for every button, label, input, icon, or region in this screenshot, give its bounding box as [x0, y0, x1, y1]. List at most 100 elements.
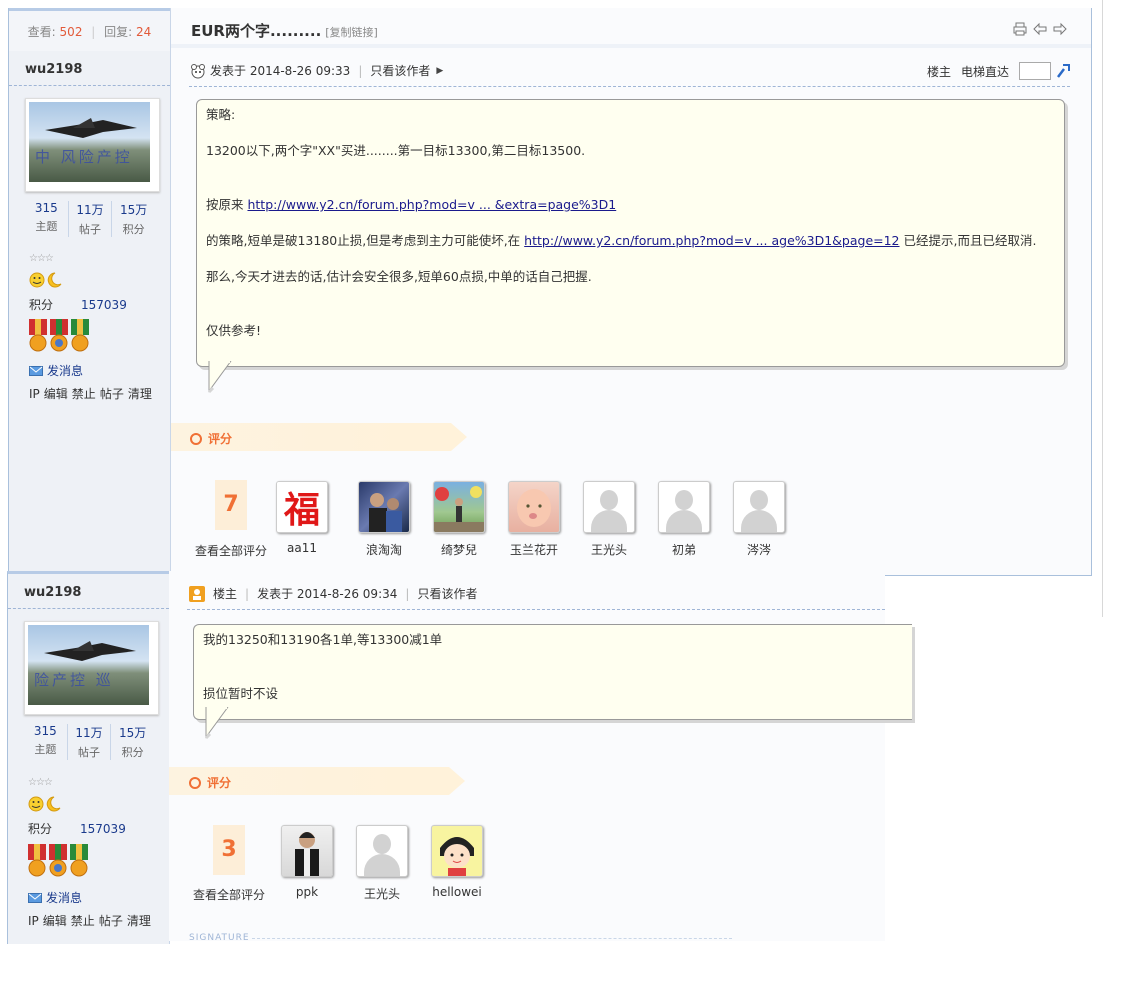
signature-divider — [252, 938, 732, 939]
copy-link-button[interactable]: [复制链接] — [325, 26, 378, 39]
bubble-tail — [204, 707, 229, 740]
count-posts[interactable]: 11万 帖子 — [69, 201, 113, 237]
rater-avatar — [508, 481, 560, 533]
next-thread-icon[interactable] — [1053, 22, 1067, 36]
rater-wangguangtou[interactable]: 王光头 — [347, 825, 417, 902]
author-name[interactable]: wu2198 — [25, 62, 82, 77]
thread-title: EUR两个字......... [复制链接] — [191, 22, 378, 40]
print-icon[interactable] — [1013, 22, 1027, 36]
rater-cencen[interactable]: 涔涔 — [724, 481, 794, 558]
thread-actions — [1013, 22, 1067, 36]
rater-hellowei[interactable]: hellowei — [422, 825, 492, 899]
count-credits[interactable]: 15万 积分 — [111, 724, 154, 760]
tool-ban[interactable]: 禁止 — [72, 387, 96, 401]
count-topics[interactable]: 315 主题 — [24, 724, 68, 760]
default-avatar-icon — [733, 481, 785, 533]
prev-thread-icon[interactable] — [1033, 22, 1047, 36]
caret-right-icon: ▶ — [436, 65, 444, 76]
envelope-icon — [29, 365, 43, 376]
tool-clean[interactable]: 清理 — [127, 914, 151, 928]
page-scrollbar[interactable] — [1102, 0, 1124, 617]
rater-ppk[interactable]: ppk — [272, 825, 342, 899]
default-avatar-icon — [658, 481, 710, 533]
tool-posts[interactable]: 帖子 — [100, 387, 124, 401]
author-counts: 315 主题 11万 帖子 15万 积分 — [25, 201, 155, 237]
tool-posts[interactable]: 帖子 — [99, 914, 123, 928]
tool-ip[interactable]: IP — [28, 914, 39, 928]
rating-count[interactable]: 7 — [215, 480, 247, 530]
envelope-icon — [28, 892, 42, 903]
tool-ip[interactable]: IP — [29, 387, 40, 401]
people-photo — [369, 493, 402, 532]
rater-avatar — [433, 481, 485, 533]
admin-tools: IP 编辑 禁止 帖子 清理 — [28, 912, 155, 929]
view-all-ratings-link[interactable]: 查看全部评分 — [195, 542, 267, 559]
post-time: 发表于 2014-8-26 09:33 — [210, 64, 351, 78]
avatar-caption: 中 风险产控 — [35, 148, 133, 166]
author-name[interactable]: wu2198 — [24, 585, 81, 600]
fu-character-icon: 福 — [277, 482, 327, 532]
rater-avatar — [281, 825, 333, 877]
only-author-link[interactable]: 只看该作者 — [417, 585, 477, 602]
outdoor-photo — [434, 486, 484, 532]
rater-avatar — [358, 481, 410, 533]
post-1-content: 策略: 13200以下,两个字"XX"买进........第一目标13300,第… — [196, 99, 1065, 367]
floor-tools: 楼主 电梯直达 — [927, 62, 1071, 80]
rating-circle-icon — [190, 432, 202, 445]
baby-photo — [517, 489, 551, 527]
floor-label: 楼主 — [927, 64, 952, 79]
rating-label: 评分 — [189, 774, 231, 791]
replies-label: 回复: — [104, 25, 133, 39]
floor-label: 楼主 — [213, 587, 238, 601]
svg-text:福: 福 — [283, 489, 320, 531]
post-2-content: 我的13250和13190各1单,等13300减1单 损位暂时不设 — [193, 624, 912, 720]
jet-image — [45, 118, 137, 138]
views-count: 502 — [59, 25, 83, 39]
strategy-link-1[interactable]: http://www.y2.cn/forum.php?mod=v ... &ex… — [247, 197, 616, 212]
strategy-link-2[interactable]: http://www.y2.cn/forum.php?mod=v ... age… — [524, 233, 899, 248]
send-message-link[interactable]: 发消息 — [28, 889, 82, 906]
author-avatar[interactable]: 中 风险产控 — [25, 98, 160, 192]
floor-jump-input[interactable] — [1019, 62, 1052, 80]
tool-edit[interactable]: 编辑 — [44, 387, 68, 401]
rater-langtaotao[interactable]: 浪淘淘 — [349, 481, 419, 558]
jet-image — [44, 641, 136, 661]
author-score: 积分 157039 — [28, 822, 126, 836]
only-author-link[interactable]: 只看该作者 — [370, 62, 430, 79]
rating-label: 评分 — [190, 430, 232, 447]
rater-wangguangtou[interactable]: 王光头 — [574, 481, 644, 558]
sun-moon-icon — [29, 272, 62, 288]
rater-avatar: 福 — [276, 481, 328, 533]
elevator-label: 电梯直达 — [961, 64, 1010, 79]
post-2-meta: 楼主 | 发表于 2014-8-26 09:34 | 只看该作者 — [189, 585, 477, 602]
post-2: wu2198 险产控 巡 315 主题 11万 帖子 15万 积分 ☆☆☆ 积分… — [7, 571, 912, 944]
avatar-caption: 险产控 巡 — [34, 671, 114, 689]
view-all-ratings-link[interactable]: 查看全部评分 — [193, 886, 265, 903]
rater-qimenger[interactable]: 绮梦兒 — [424, 481, 494, 558]
rater-chudi[interactable]: 初弟 — [649, 481, 719, 558]
replies-count: 24 — [136, 25, 152, 39]
count-topics[interactable]: 315 主题 — [25, 201, 69, 237]
cartoon-girl-icon — [440, 837, 474, 876]
rating-count[interactable]: 3 — [213, 825, 245, 875]
tool-ban[interactable]: 禁止 — [71, 914, 95, 928]
post-2-sidebar: wu2198 险产控 巡 315 主题 11万 帖子 15万 积分 ☆☆☆ 积分… — [7, 571, 170, 944]
tool-clean[interactable]: 清理 — [128, 387, 152, 401]
send-message-link[interactable]: 发消息 — [29, 362, 83, 379]
thread-starter-icon — [189, 585, 205, 602]
default-avatar-icon — [583, 481, 635, 533]
sun-moon-icon — [28, 796, 61, 812]
elevator-go-icon[interactable] — [1055, 63, 1071, 79]
tool-edit[interactable]: 编辑 — [43, 914, 67, 928]
author-score: 积分 157039 — [29, 298, 127, 312]
count-credits[interactable]: 15万 积分 — [112, 201, 155, 237]
views-label: 查看: — [27, 25, 56, 39]
post-1: 查看: 502 | 回复: 24 wu2198 中 风险产控 315 主题 11… — [8, 8, 1092, 576]
medals-icon — [29, 319, 89, 352]
post-time: 发表于 2014-8-26 09:34 — [257, 587, 398, 601]
count-posts[interactable]: 11万 帖子 — [68, 724, 112, 760]
rater-yulanhuakai[interactable]: 玉兰花开 — [499, 481, 569, 558]
rater-avatar — [431, 825, 483, 877]
author-avatar[interactable]: 险产控 巡 — [24, 621, 159, 715]
rater-aa11[interactable]: 福 aa11 — [267, 481, 337, 555]
